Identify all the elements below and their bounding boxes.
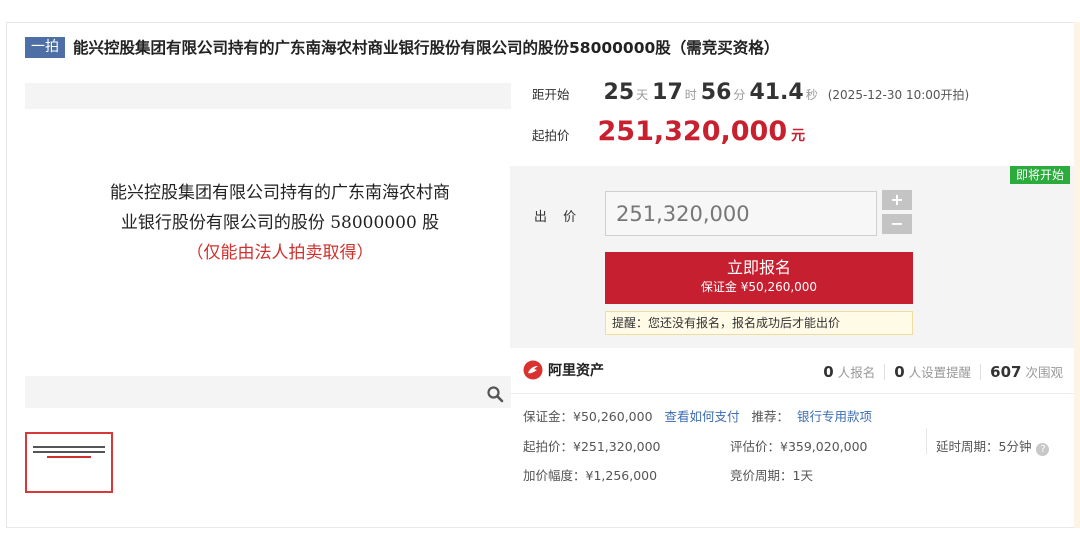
start-time-note: (2025-12-30 10:00开拍) (827, 88, 970, 102)
help-icon[interactable]: ? (1036, 443, 1050, 456)
increase-bid-button[interactable]: + (882, 190, 912, 210)
preview-line: 业银行股份有限公司的股份 58000000 股 (120, 213, 440, 233)
preview-restriction: （仅能由法人拍卖取得） (186, 243, 374, 263)
delay-period-detail: 延时周期：5分钟? (936, 436, 1050, 456)
bank-payment-link[interactable]: 银行专用款项 (797, 409, 872, 424)
view-count-unit: 次围观 (1025, 365, 1063, 380)
countdown-hours-unit: 时 (684, 88, 697, 102)
preview-line: 能兴控股集团有限公司持有的广东南海农村商 (110, 183, 450, 203)
image-top-bar (25, 83, 511, 109)
deposit-info: 保证金：¥50,260,000 查看如何支付 推荐： 银行专用款项 (523, 406, 872, 425)
thumbnail-text-line (33, 451, 105, 453)
start-price-detail: 起拍价：¥251,320,000 (523, 439, 661, 454)
brand-name: 阿里资产 (548, 363, 604, 379)
appraisal-price-detail: 评估价：¥359,020,000 (730, 439, 868, 454)
how-to-pay-link[interactable]: 查看如何支付 (665, 409, 740, 424)
signup-reminder: 提醒：您还没有报名，报名成功后才能出价 (605, 311, 913, 335)
detail-divider (926, 428, 927, 454)
zoom-search-icon[interactable] (486, 385, 504, 403)
signup-count: 0 (823, 363, 834, 381)
start-price-value: 251,320,000 (597, 116, 788, 147)
countdown: 距开始 25 天 17 时 56 分 41.4 秒 (2025-12-30 10… (532, 80, 970, 105)
main-image-preview[interactable]: 能兴控股集团有限公司持有的广东南海农村商 业银行股份有限公司的股份 580000… (70, 178, 490, 268)
bid-cycle-detail: 竞价周期：1天 (730, 468, 813, 483)
signup-deposit-label: 保证金 ¥50,260,000 (700, 280, 818, 294)
bid-label: 出 价 (534, 210, 583, 225)
brand: 阿里资产 (523, 360, 604, 380)
image-thumbnail[interactable] (25, 432, 113, 493)
recommend-label: 推荐： (751, 409, 790, 424)
deposit-value: 保证金：¥50,260,000 (523, 409, 653, 424)
increment-detail: 加价幅度：¥1,256,000 (523, 468, 658, 483)
ali-assets-logo-icon (523, 360, 543, 380)
bid-amount-input[interactable] (605, 191, 877, 236)
decrease-bid-button[interactable]: − (882, 214, 912, 234)
countdown-minutes: 56 (700, 80, 732, 105)
view-count: 607 (990, 363, 1022, 381)
start-price-label: 起拍价 (532, 128, 570, 143)
countdown-seconds: 41.4 (749, 80, 804, 105)
image-bottom-bar (25, 376, 511, 408)
countdown-days-unit: 天 (636, 88, 649, 102)
signup-count-unit: 人报名 (837, 365, 876, 380)
countdown-seconds-unit: 秒 (805, 88, 818, 102)
delay-period-text: 延时周期：5分钟 (936, 439, 1032, 454)
reminder-count-unit: 人设置提醒 (908, 365, 972, 380)
brand-stats-row: 阿里资产 0 人报名 0 人设置提醒 607 次围观 (523, 358, 1063, 386)
stats-divider (980, 363, 982, 380)
thumbnail-text-line (47, 456, 91, 458)
title-row: 一拍 能兴控股集团有限公司持有的广东南海农村商业银行股份有限公司的股份58000… (25, 36, 779, 58)
status-badge: 即将开始 (1009, 166, 1070, 184)
start-price-unit: 元 (791, 128, 806, 144)
countdown-days: 25 (603, 80, 635, 105)
page-title: 能兴控股集团有限公司持有的广东南海农村商业银行股份有限公司的股份58000000… (73, 39, 780, 57)
signup-button[interactable]: 立即报名 保证金 ¥50,260,000 (605, 252, 913, 304)
side-panel-edge (1074, 22, 1080, 528)
start-price-row: 起拍价 251,320,000 元 (532, 116, 805, 150)
bid-panel: 即将开始 出 价 + − 立即报名 保证金 ¥50,260,000 提醒：您还没… (510, 166, 1074, 348)
thumbnail-text-line (33, 446, 105, 448)
signup-button-label: 立即报名 (726, 258, 791, 277)
countdown-label: 距开始 (532, 87, 570, 102)
stats-divider (884, 363, 886, 380)
countdown-minutes-unit: 分 (733, 88, 746, 102)
reminder-count: 0 (894, 363, 905, 381)
auction-round-badge: 一拍 (25, 36, 65, 58)
auction-stats: 0 人报名 0 人设置提醒 607 次围观 (823, 362, 1063, 381)
countdown-hours: 17 (652, 80, 683, 105)
section-divider (510, 393, 1074, 394)
